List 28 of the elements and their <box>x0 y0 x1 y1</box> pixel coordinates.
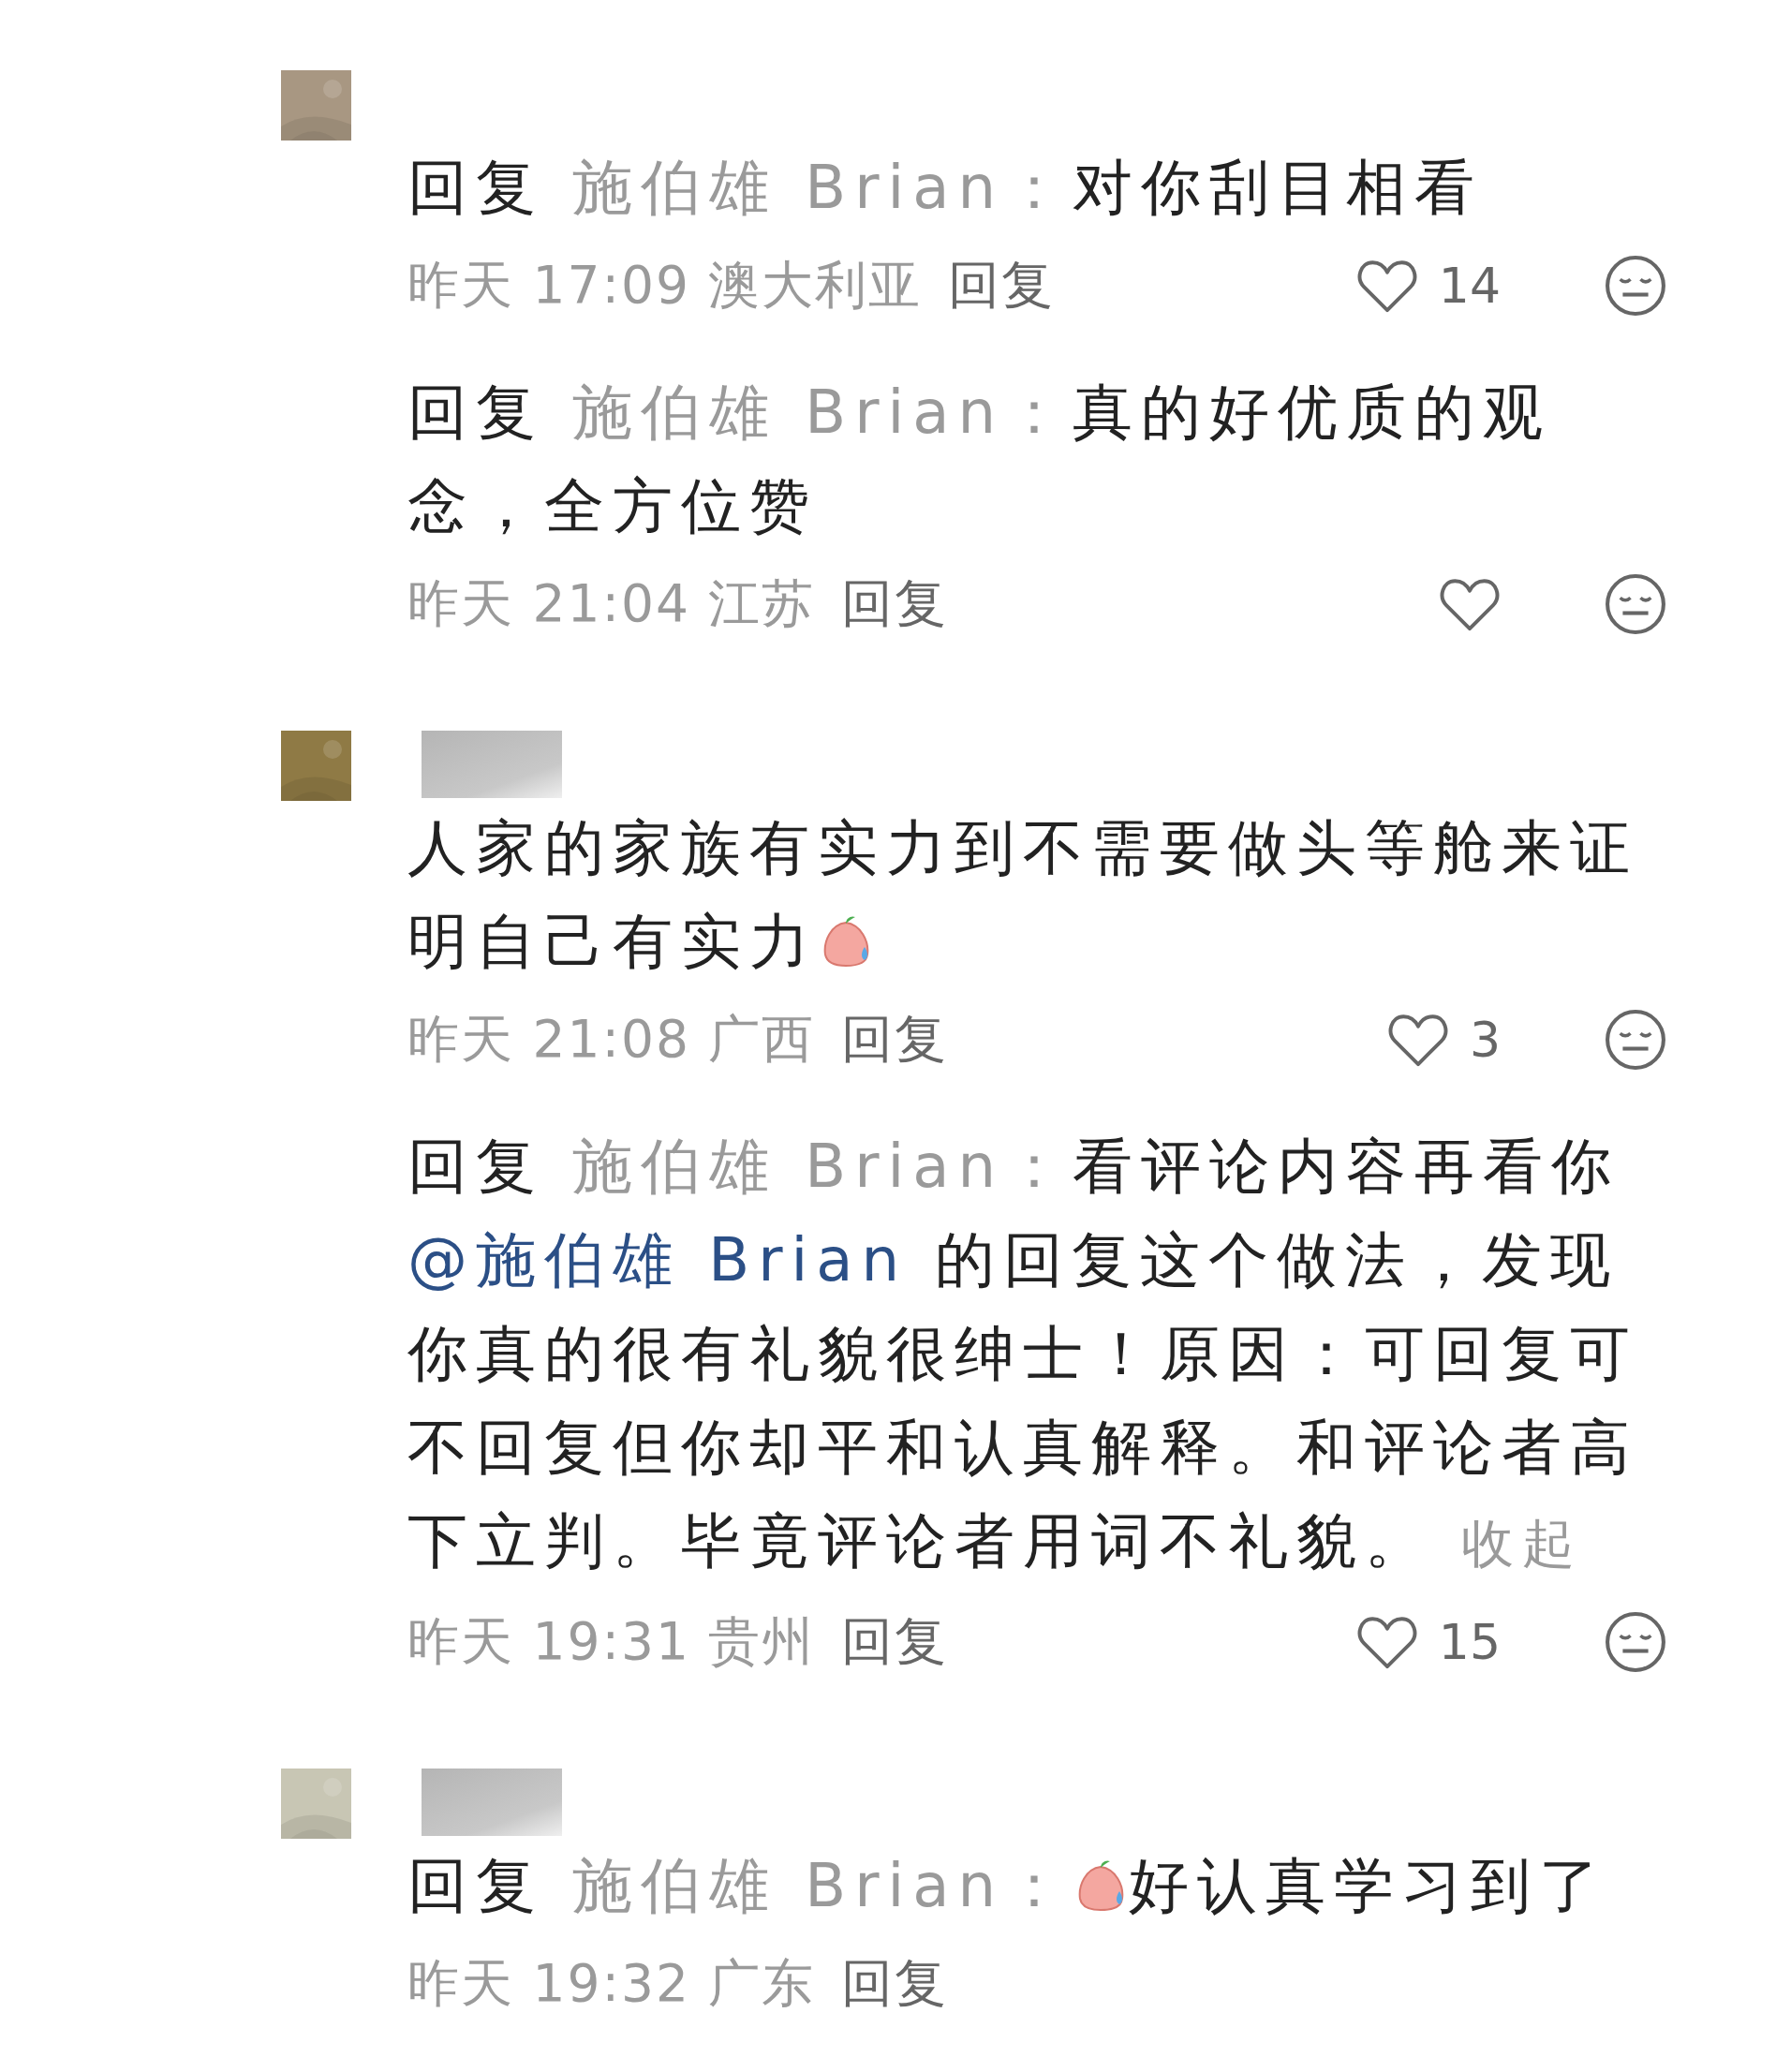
comment-text: 人家的家族有实力到不需要做头等舱来证明自己有实力 <box>407 812 1639 978</box>
comment-text: 回复 施伯雄 Brian：看评论内容再看你 @施伯雄 Brian 的回复这个做法，发现你真的很有礼貌很绅士！原因：可回复可不回复但你却平和认真解释。和评论者高下立判。毕竟评论者用词不礼貌。 收起 <box>407 1131 1639 1577</box>
heart-icon <box>1355 258 1418 314</box>
comment-text: 回复 施伯雄 Brian：真的好优质的观念，全方位赞 <box>407 377 1553 542</box>
neutral-face-icon[interactable] <box>1604 1610 1667 1674</box>
comment-time-location: 昨天 19:32 广东 <box>407 1952 816 2015</box>
reply-link[interactable]: 回复 <box>841 1949 949 2019</box>
reply-link[interactable]: 回复 <box>841 1005 949 1074</box>
neutral-face-icon[interactable] <box>1604 572 1667 636</box>
comment-text: 回复 施伯雄 Brian： 好认真学习到了 <box>407 1850 1609 1922</box>
comment-time-location: 昨天 21:08 广西 <box>407 1008 816 1071</box>
mention-link[interactable]: @施伯雄 Brian <box>407 1225 909 1295</box>
comment-time-location: 昨天 19:31 贵州 <box>407 1610 816 1673</box>
reply-link[interactable]: 回复 <box>841 1607 949 1677</box>
heart-icon <box>1355 1614 1418 1670</box>
neutral-face-icon[interactable] <box>1604 1008 1667 1072</box>
reply-link[interactable]: 回复 <box>841 570 949 639</box>
neutral-face-icon[interactable] <box>1604 254 1667 318</box>
like-button[interactable] <box>1439 576 1501 632</box>
comment-time-location: 昨天 21:04 江苏 <box>407 572 816 635</box>
comment-text: 回复 施伯雄 Brian：对你刮目相看 <box>407 152 1485 224</box>
reply-link[interactable]: 回复 <box>948 251 1056 320</box>
heart-icon <box>1439 576 1501 632</box>
like-button[interactable]: 3 <box>1386 1012 1501 1068</box>
heart-icon <box>1386 1012 1449 1068</box>
comment-time-location: 昨天 17:09 澳大利亚 <box>407 254 923 317</box>
like-button[interactable]: 14 <box>1355 258 1501 314</box>
like-button[interactable]: 15 <box>1355 1614 1501 1670</box>
